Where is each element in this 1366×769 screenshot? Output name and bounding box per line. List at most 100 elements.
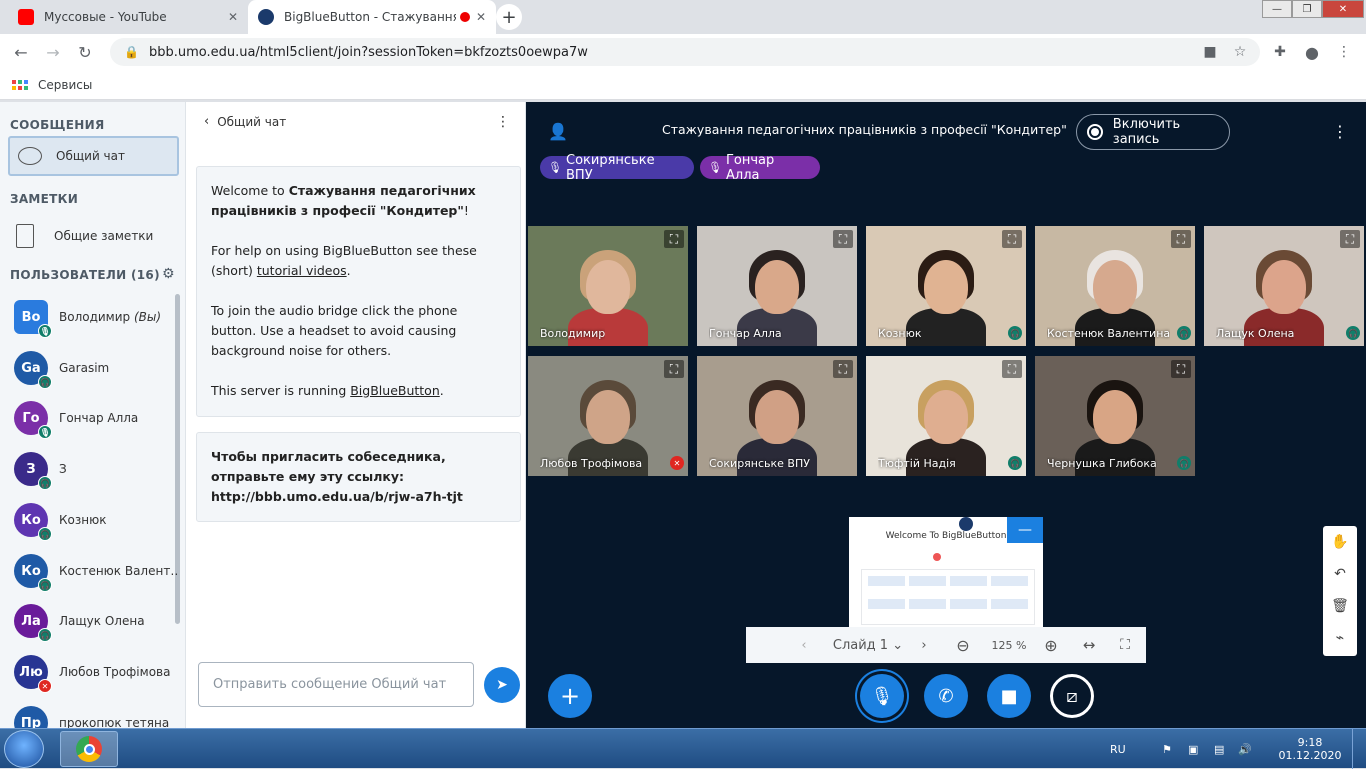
extensions-icon[interactable]: ✚ bbox=[1266, 38, 1294, 66]
user-list-item[interactable]: Го 🎙 Гончар Алла bbox=[14, 393, 182, 443]
meeting-title: Стажування педагогічних працівників з пр… bbox=[662, 122, 1067, 137]
fullscreen-icon[interactable]: ⛶ bbox=[664, 360, 684, 378]
video-user-name[interactable]: Тюфтій Надія bbox=[878, 457, 956, 470]
headset-icon: 🎧 bbox=[38, 578, 52, 592]
video-user-name[interactable]: Лащук Олена bbox=[1216, 327, 1294, 340]
clock[interactable]: 9:18 01.12.2020 bbox=[1279, 729, 1342, 769]
public-chat-label: Общий чат bbox=[56, 149, 125, 163]
network-icon[interactable]: ▤ bbox=[1214, 729, 1224, 769]
send-message-button[interactable]: ➤ bbox=[484, 667, 520, 703]
hand-tool-icon[interactable]: ✋ bbox=[1323, 526, 1357, 558]
bookmark-services[interactable]: Сервисы bbox=[38, 78, 92, 92]
video-user-name[interactable]: Любов Трофімова bbox=[540, 457, 642, 470]
fullscreen-icon[interactable]: ⛶ bbox=[664, 230, 684, 248]
fullscreen-icon[interactable]: ⛶ bbox=[1002, 360, 1022, 378]
back-icon[interactable]: ← bbox=[6, 34, 36, 70]
video-tile[interactable]: ⛶ Тюфтій Надія 🎧 bbox=[866, 356, 1026, 476]
video-user-name[interactable]: Чернушка Глибока bbox=[1047, 457, 1157, 470]
options-menu-icon[interactable]: ⋮ bbox=[1332, 122, 1348, 141]
tray-app-icon[interactable]: ▣ bbox=[1188, 729, 1198, 769]
user-icon[interactable]: 👤 bbox=[548, 122, 568, 141]
mute-microphone-button[interactable]: 🎙 bbox=[860, 674, 904, 718]
share-screen-button[interactable]: ⧄ bbox=[1050, 674, 1094, 718]
video-tile[interactable]: ⛶ Сокирянське ВПУ bbox=[697, 356, 857, 476]
fullscreen-icon[interactable]: ⛶ bbox=[1171, 360, 1191, 378]
share-webcam-button[interactable]: ■ bbox=[987, 674, 1031, 718]
fullscreen-icon[interactable]: ⛶ bbox=[1002, 230, 1022, 248]
browser-menu-icon[interactable]: ⋮ bbox=[1330, 38, 1358, 66]
reload-icon[interactable]: ↻ bbox=[70, 34, 100, 70]
forward-icon[interactable]: → bbox=[38, 34, 68, 70]
clear-trash-icon[interactable]: 🗑 bbox=[1323, 590, 1357, 622]
user-list-item[interactable]: Ко 🎧 Костенюк Валент… bbox=[14, 546, 182, 596]
video-tile[interactable]: ⛶ Лащук Олена 🎧 bbox=[1204, 226, 1364, 346]
user-list-item[interactable]: З 🎧 З bbox=[14, 444, 182, 494]
bigbluebutton-link[interactable]: BigBlueButton bbox=[350, 383, 440, 398]
fullscreen-icon[interactable]: ⛶ bbox=[1340, 230, 1360, 248]
close-window-button[interactable]: ✕ bbox=[1322, 0, 1364, 18]
volume-icon[interactable]: 🔊 bbox=[1238, 729, 1252, 769]
chat-header[interactable]: ‹ Общий чат bbox=[204, 114, 286, 129]
video-user-name[interactable]: Костенюк Валентина bbox=[1047, 327, 1170, 340]
shared-notes-item[interactable]: Общие заметки bbox=[16, 220, 153, 252]
video-tile[interactable]: ⛶ Любов Трофімова ✕ bbox=[528, 356, 688, 476]
video-user-name[interactable]: Гончар Алла bbox=[709, 327, 782, 340]
video-user-name[interactable]: Сокирянське ВПУ bbox=[709, 457, 810, 470]
slide-selector[interactable]: Слайд 1 ⌄ bbox=[826, 627, 910, 663]
video-tile[interactable]: ⛶ Гончар Алла bbox=[697, 226, 857, 346]
video-tile[interactable]: ⛶ Костенюк Валентина 🎧 bbox=[1035, 226, 1195, 346]
tab-bigbluebutton[interactable]: BigBlueButton - Стажування ✕ bbox=[248, 0, 496, 34]
bigbluebutton-logo-icon bbox=[959, 517, 973, 531]
leave-audio-button[interactable]: ✆ bbox=[924, 674, 968, 718]
windows-start-button[interactable] bbox=[4, 730, 44, 768]
chat-message-input[interactable]: Отправить сообщение Общий чат bbox=[198, 662, 474, 707]
chevron-left-icon[interactable]: ‹ bbox=[204, 114, 209, 129]
user-list-item[interactable]: Ла 🎧 Лащук Олена bbox=[14, 596, 182, 646]
bookmark-star-icon[interactable]: ☆ bbox=[1226, 38, 1254, 66]
zoom-out-icon[interactable]: ⊖ bbox=[948, 627, 978, 663]
camera-icon[interactable]: ■ bbox=[1196, 38, 1224, 66]
video-user-name[interactable]: Володимир bbox=[540, 327, 605, 340]
public-chat-item[interactable]: Общий чат bbox=[8, 136, 179, 176]
fullscreen-icon[interactable]: ⛶ bbox=[833, 360, 853, 378]
user-list-item[interactable]: Во 🎙 Володимир (Вы) bbox=[14, 292, 182, 342]
minimize-window-button[interactable]: — bbox=[1262, 0, 1292, 18]
chat-options-icon[interactable]: ⋮ bbox=[496, 114, 510, 130]
close-tab-icon[interactable]: ✕ bbox=[228, 10, 238, 24]
new-tab-button[interactable]: + bbox=[496, 4, 522, 30]
user-list-item[interactable]: Ga 🎧 Garasim bbox=[14, 343, 182, 393]
invite-link[interactable]: http://bbb.umo.edu.ua/b/rjw-a7h-tjt bbox=[211, 487, 506, 507]
undo-icon[interactable]: ↶ bbox=[1323, 558, 1357, 590]
video-tile[interactable]: ⛶ Чернушка Глибока 🎧 bbox=[1035, 356, 1195, 476]
tab-youtube[interactable]: Муссовые - YouTube ✕ bbox=[8, 0, 248, 34]
language-indicator[interactable]: RU bbox=[1110, 729, 1126, 769]
video-user-name[interactable]: Кознюк bbox=[878, 327, 921, 340]
previous-slide-icon[interactable]: ‹ bbox=[790, 627, 818, 663]
user-list-item[interactable]: Пр прокопюк тетяна bbox=[14, 698, 182, 728]
address-bar[interactable]: 🔒 bbb.umo.edu.ua/html5client/join?sessio… bbox=[110, 38, 1260, 66]
notes-heading: ЗАМЕТКИ bbox=[10, 192, 79, 206]
video-tile[interactable]: ⛶ Володимир bbox=[528, 226, 688, 346]
actions-add-button[interactable]: + bbox=[548, 674, 592, 718]
profile-icon[interactable]: ● bbox=[1298, 38, 1326, 66]
user-list-item[interactable]: Ко 🎧 Кознюк bbox=[14, 495, 182, 545]
next-slide-icon[interactable]: › bbox=[910, 627, 938, 663]
start-recording-button[interactable]: Включить запись bbox=[1076, 114, 1230, 150]
apps-icon[interactable] bbox=[12, 79, 28, 90]
tutorial-videos-link[interactable]: tutorial videos bbox=[257, 263, 347, 278]
fullscreen-icon[interactable]: ⛶ bbox=[1110, 627, 1140, 663]
fullscreen-icon[interactable]: ⛶ bbox=[833, 230, 853, 248]
show-desktop-button[interactable] bbox=[1352, 729, 1366, 769]
microphone-icon: 🎙 bbox=[708, 161, 722, 174]
close-tab-icon[interactable]: ✕ bbox=[476, 10, 486, 24]
fullscreen-icon[interactable]: ⛶ bbox=[1171, 230, 1191, 248]
zoom-in-icon[interactable]: ⊕ bbox=[1036, 627, 1066, 663]
video-tile[interactable]: ⛶ Кознюк 🎧 bbox=[866, 226, 1026, 346]
maximize-window-button[interactable]: ❐ bbox=[1292, 0, 1322, 18]
chrome-taskbar-button[interactable] bbox=[60, 731, 118, 767]
fit-width-icon[interactable]: ↔ bbox=[1074, 627, 1104, 663]
settings-gear-icon[interactable]: ⚙ bbox=[162, 266, 175, 282]
multi-user-icon[interactable]: ⌁ bbox=[1323, 622, 1357, 654]
user-list-item[interactable]: Лю ✕ Любов Трофімова bbox=[14, 647, 182, 697]
action-center-flag-icon[interactable]: ⚑ bbox=[1162, 729, 1172, 769]
